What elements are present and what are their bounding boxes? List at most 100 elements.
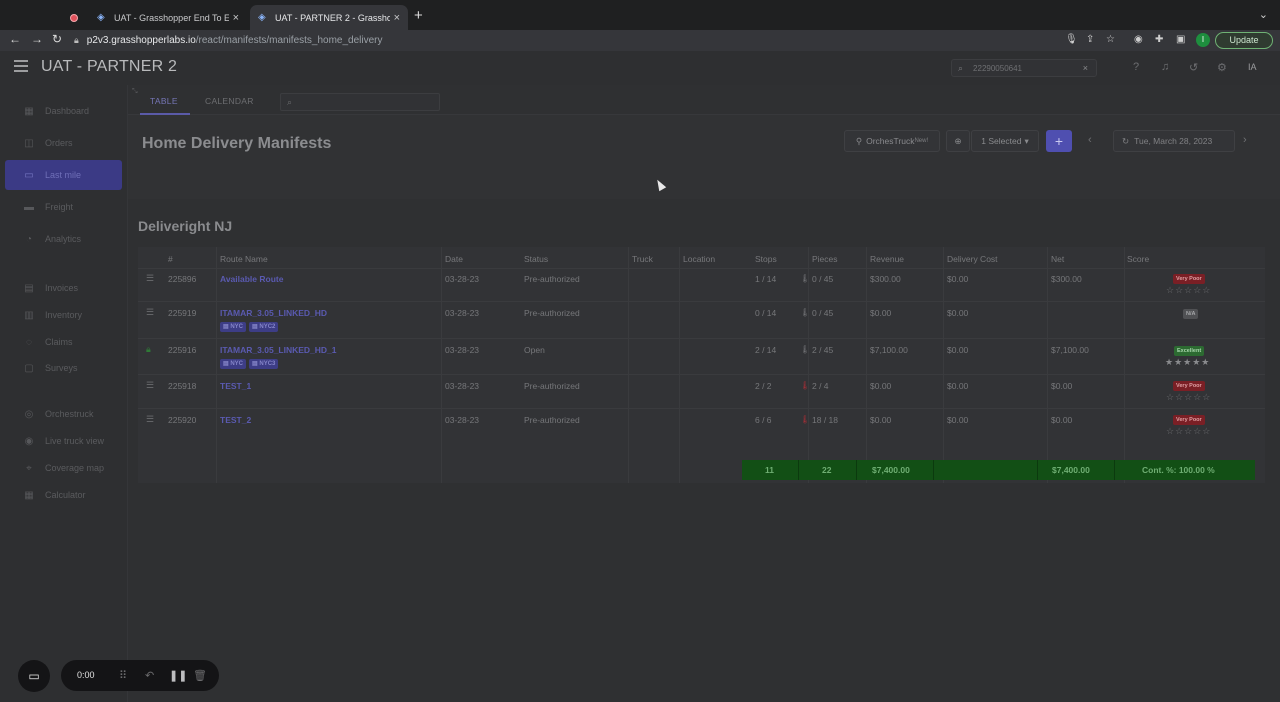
route-name-link[interactable]: Available Route bbox=[220, 274, 283, 284]
sidebar-item-orders[interactable]: ◫ Orders bbox=[5, 128, 122, 158]
trash-icon[interactable]: 🗑︎ bbox=[193, 669, 207, 682]
col-header-location[interactable]: Location bbox=[683, 254, 715, 264]
table-search-input[interactable]: ⌕ bbox=[280, 93, 440, 111]
list-icon[interactable]: ☰ bbox=[146, 380, 154, 391]
route-name-link[interactable]: TEST_2 bbox=[220, 415, 251, 425]
route-stops: 2 / 14 bbox=[755, 345, 777, 355]
hub-title: Deliveright NJ bbox=[138, 218, 233, 234]
col-header-delivery-cost[interactable]: Delivery Cost bbox=[947, 254, 998, 264]
col-header-truck[interactable]: Truck bbox=[632, 254, 653, 264]
forward-icon[interactable]: → bbox=[31, 32, 43, 46]
tab-recording[interactable] bbox=[62, 5, 88, 30]
route-pieces: 2 / 45 bbox=[812, 345, 834, 355]
col-header-route-name[interactable]: Route Name bbox=[220, 254, 268, 264]
route-id: 225896 bbox=[168, 274, 197, 284]
lock-icon: 🔒︎ bbox=[74, 35, 79, 45]
tab-table[interactable]: TABLE bbox=[150, 96, 178, 106]
sidebar-item-invoices[interactable]: ▤ Invoices bbox=[5, 273, 122, 303]
col-header-id[interactable]: # bbox=[168, 254, 173, 264]
sidebar-item-surveys[interactable]: ▢ Surveys bbox=[5, 353, 122, 383]
sidepanel-icon[interactable]: ▣ bbox=[1176, 34, 1185, 45]
pause-icon[interactable]: ❚❚ bbox=[169, 669, 187, 682]
list-icon[interactable]: ☰ bbox=[146, 273, 154, 284]
sidebar-item-label: Surveys bbox=[45, 363, 78, 373]
bookmark-star-icon[interactable]: ☆ bbox=[1106, 34, 1115, 45]
table-row[interactable]: ☰ 225896 Available Route 03-28-23 Pre-au… bbox=[138, 268, 1265, 301]
mic-icon[interactable]: 🎙︎ bbox=[1065, 34, 1078, 45]
table-row[interactable]: ☰ 225919 ITAMAR_3.05_LINKED_HD ▤ NYC ▤ NY… bbox=[138, 301, 1265, 338]
gear-icon[interactable]: ⚙ bbox=[1217, 61, 1227, 74]
help-icon[interactable]: ? bbox=[1133, 61, 1139, 73]
menu-icon[interactable] bbox=[14, 60, 28, 75]
close-tab-icon[interactable]: × bbox=[394, 12, 400, 24]
camera-toggle-button[interactable]: ▭ bbox=[18, 660, 50, 692]
route-pieces: 0 / 45 bbox=[812, 308, 834, 318]
orchestruck-button[interactable]: ⚲ OrchesTruck New! bbox=[844, 130, 940, 152]
drag-handle-icon[interactable]: ⠿ bbox=[119, 669, 127, 682]
col-header-revenue[interactable]: Revenue bbox=[870, 254, 904, 264]
puzzle-icon[interactable]: ✚ bbox=[1155, 34, 1163, 45]
share-icon[interactable]: ⇪ bbox=[1086, 34, 1094, 45]
invoice-icon: ▤ bbox=[24, 282, 34, 294]
list-icon[interactable]: ☰ bbox=[146, 414, 154, 425]
sidebar-item-dashboard[interactable]: ▦ Dashboard bbox=[5, 96, 122, 126]
sidebar-item-inventory[interactable]: ▥ Inventory bbox=[5, 300, 122, 330]
sidebar-item-calculator[interactable]: ▦ Calculator bbox=[5, 480, 122, 510]
global-search-input[interactable]: ⌕ 22290050641 × bbox=[951, 59, 1097, 77]
next-date-icon[interactable]: › bbox=[1243, 134, 1247, 146]
sidebar-item-last-mile[interactable]: ▭ Last mile bbox=[5, 160, 122, 190]
back-icon[interactable]: ← bbox=[9, 32, 21, 46]
sidebar-item-live-truck-view[interactable]: ◉ Live truck view bbox=[5, 426, 122, 456]
reload-icon[interactable]: ↻ bbox=[52, 32, 62, 46]
table-row[interactable]: ☰ 225918 TEST_1 03-28-23 Pre-authorized … bbox=[138, 374, 1265, 408]
previous-date-icon[interactable]: ‹ bbox=[1088, 134, 1092, 146]
route-name-link[interactable]: ITAMAR_3.05_LINKED_HD bbox=[220, 308, 327, 318]
sidebar-item-coverage-map[interactable]: ⌖ Coverage map bbox=[5, 453, 122, 483]
col-header-date[interactable]: Date bbox=[445, 254, 463, 264]
route-status: Pre-authorized bbox=[524, 415, 580, 425]
globe-button[interactable]: ⊕ bbox=[946, 130, 970, 152]
col-header-net[interactable]: Net bbox=[1051, 254, 1064, 264]
sidebar-item-freight[interactable]: ▬ Freight bbox=[5, 192, 122, 222]
user-avatar[interactable]: IA bbox=[1248, 62, 1257, 72]
tab-search-chevron-icon[interactable]: ⌄ bbox=[1259, 8, 1268, 21]
hub-select-dropdown[interactable]: 1 Selected ▾ bbox=[971, 130, 1039, 152]
address-bar[interactable]: 🔒︎ p2v3.grasshopperlabs.io/react/manifes… bbox=[74, 31, 1128, 50]
profile-avatar[interactable]: I bbox=[1196, 33, 1210, 47]
col-header-pieces[interactable]: Pieces bbox=[812, 254, 838, 264]
view-tabs: ⤡ TABLE CALENDAR ⌕ bbox=[128, 85, 1280, 115]
extension-icon[interactable]: ◉ bbox=[1134, 34, 1143, 45]
sidebar-item-orchestruck[interactable]: ◎ Orchestruck bbox=[5, 399, 122, 429]
bell-icon[interactable]: ♫ bbox=[1161, 61, 1169, 73]
col-header-status[interactable]: Status bbox=[524, 254, 548, 264]
route-id: 225919 bbox=[168, 308, 197, 318]
close-tab-icon[interactable]: × bbox=[233, 12, 239, 24]
route-status: Pre-authorized bbox=[524, 274, 580, 284]
route-name-link[interactable]: ITAMAR_3.05_LINKED_HD_1 bbox=[220, 345, 337, 355]
table-row[interactable]: ☰ 225920 TEST_2 03-28-23 Pre-authorized … bbox=[138, 408, 1265, 442]
page-header: Home Delivery Manifests ⚲ OrchesTruck New… bbox=[128, 115, 1280, 199]
date-picker[interactable]: ↻ Tue, March 28, 2023 bbox=[1113, 130, 1235, 152]
collapse-sidebar-icon[interactable]: ⤡ bbox=[132, 88, 138, 96]
tab-uat-partner-2[interactable]: ◈ UAT - PARTNER 2 - Grasshopp × bbox=[250, 5, 408, 30]
restart-icon[interactable]: ↶ bbox=[145, 669, 154, 682]
route-name-link[interactable]: TEST_1 bbox=[220, 381, 251, 391]
col-header-score[interactable]: Score bbox=[1127, 254, 1149, 264]
clear-search-icon[interactable]: × bbox=[1083, 63, 1088, 73]
history-icon[interactable]: ↺ bbox=[1189, 61, 1198, 74]
lock-icon[interactable]: 🔒︎ bbox=[146, 344, 151, 355]
score-badge: Very Poor bbox=[1173, 381, 1205, 391]
new-tab-button[interactable]: + bbox=[414, 7, 423, 24]
list-icon[interactable]: ☰ bbox=[146, 307, 154, 318]
tab-uat-end-to-end[interactable]: ◈ UAT - Grasshopper End To End × bbox=[89, 5, 247, 30]
add-manifest-button[interactable]: + bbox=[1046, 130, 1072, 152]
tab-calendar[interactable]: CALENDAR bbox=[205, 96, 254, 106]
sidebar-item-analytics[interactable]: ◔ Analytics bbox=[5, 224, 122, 254]
route-pieces: 2 / 4 bbox=[812, 381, 829, 391]
update-button[interactable]: Update bbox=[1215, 32, 1273, 49]
sidebar-item-label: Orchestruck bbox=[45, 409, 94, 419]
col-header-stops[interactable]: Stops bbox=[755, 254, 777, 264]
table-row[interactable]: 🔒︎ 225916 ITAMAR_3.05_LINKED_HD_1 ▤ NYC ▤… bbox=[138, 338, 1265, 374]
refresh-icon[interactable]: ↻ bbox=[1122, 136, 1129, 147]
route-net: $300.00 bbox=[1051, 274, 1082, 284]
